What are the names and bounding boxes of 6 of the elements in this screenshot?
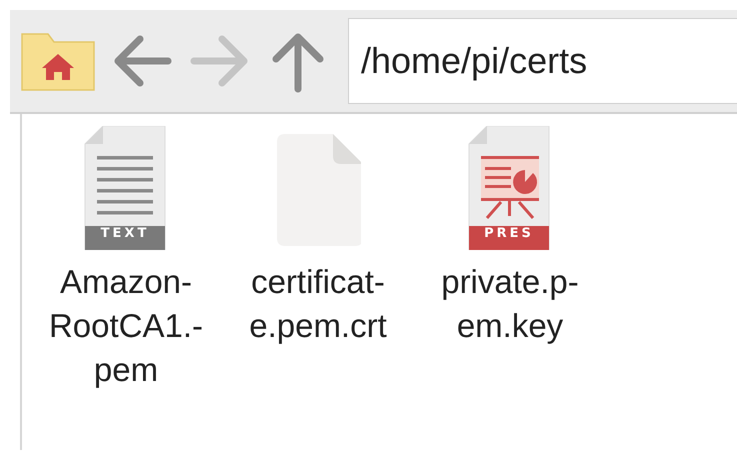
path-field[interactable]: /home/pi/certs: [348, 18, 737, 104]
file-type-label: TEXT: [100, 226, 150, 243]
file-name: private.p- em.key: [441, 262, 579, 346]
file-name: certificat- e.pem.crt: [249, 262, 387, 346]
file-type-label: PRES: [483, 226, 535, 243]
file-name: Amazon- RootCA1.- pem: [48, 262, 204, 390]
